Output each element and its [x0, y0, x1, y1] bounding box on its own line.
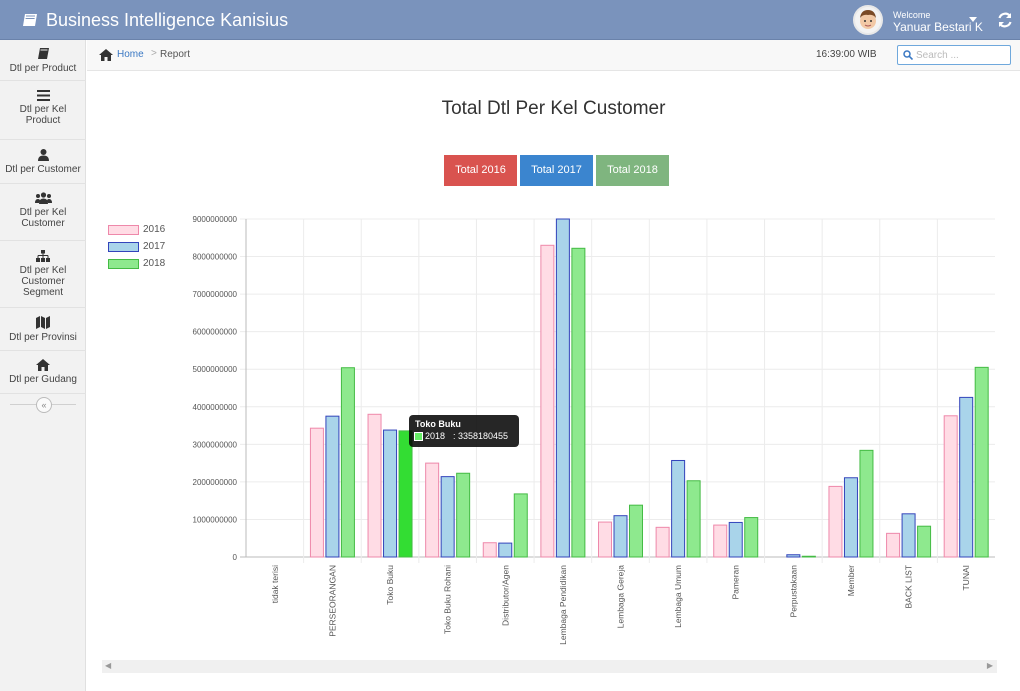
y-tick-label: 9000000000: [193, 215, 238, 224]
bar: [613, 515, 628, 558]
x-tick-label: tidak terisi: [270, 565, 280, 603]
bar: [943, 415, 958, 558]
y-tick-label: 5000000000: [193, 365, 238, 374]
bar: [629, 504, 643, 558]
bar: [686, 480, 701, 558]
x-tick-label: Lembaga Gereja: [616, 565, 626, 629]
bar: [482, 542, 497, 558]
bar: [843, 477, 858, 558]
tooltip-title: Toko Buku: [415, 419, 461, 429]
y-tick-label: 7000000000: [193, 290, 238, 299]
y-tick-label: 8000000000: [193, 253, 238, 262]
bar: [828, 485, 843, 558]
bar: [340, 367, 355, 558]
x-tick-label: Distributor/Agen: [500, 565, 510, 626]
bar: [383, 429, 398, 558]
x-tick-label: Member: [846, 565, 856, 596]
x-tick-label: Toko Buku Rohani: [443, 565, 453, 634]
x-tick-label: TUNAI: [961, 565, 971, 591]
x-tick-label: PERSEORANGAN: [327, 565, 337, 637]
tooltip-value: : 3358180455: [453, 431, 509, 441]
y-tick-label: 2000000000: [193, 478, 238, 487]
bar: [671, 459, 686, 558]
bar: [513, 493, 528, 558]
y-tick-label: 3000000000: [193, 440, 238, 449]
tooltip-series: 2018: [425, 431, 446, 441]
bar: [555, 218, 570, 558]
bar: [367, 413, 382, 558]
tooltip-swatch: [414, 432, 423, 441]
bar: [901, 513, 916, 558]
bar: [598, 521, 612, 558]
x-tick-label: Toko Buku: [385, 565, 395, 605]
bar: [728, 521, 743, 558]
bar: [325, 415, 340, 558]
chart-tooltip: Toko Buku 2018 : 3358180455: [409, 415, 519, 447]
y-tick-label: 4000000000: [193, 403, 238, 412]
bar: [398, 430, 413, 558]
y-tick-label: 1000000000: [193, 515, 238, 524]
y-tick-label: 0: [233, 553, 238, 562]
bar: [540, 244, 555, 558]
bar: [655, 526, 670, 558]
x-tick-label: Lembaga Umum: [673, 565, 683, 628]
bar: [456, 472, 471, 558]
horizontal-scrollbar[interactable]: ◀ ▶: [102, 660, 997, 673]
bar: [309, 427, 324, 558]
bar-chart: 0 1000000000 2000000000 3000000000 400000000…: [193, 215, 995, 645]
x-tick-label: Perpustakaan: [788, 565, 798, 618]
bar: [440, 476, 455, 558]
x-tick-label: Pameran: [731, 565, 741, 600]
bar: [786, 554, 801, 558]
bar: [425, 462, 440, 558]
bar: [713, 524, 728, 558]
bar: [801, 555, 816, 558]
bar: [974, 366, 989, 558]
scroll-left-icon[interactable]: ◀: [105, 661, 111, 670]
bar: [959, 396, 974, 558]
bar: [917, 525, 932, 558]
x-tick-label: Lembaga Pendidikan: [558, 565, 568, 645]
y-tick-label: 6000000000: [193, 328, 238, 337]
x-tick-label: BACK LIST: [904, 565, 914, 608]
scroll-right-icon[interactable]: ▶: [987, 661, 993, 670]
bar: [859, 449, 874, 558]
bar: [498, 542, 513, 558]
bar: [886, 532, 901, 558]
bar: [571, 247, 586, 558]
bar: [744, 517, 759, 558]
